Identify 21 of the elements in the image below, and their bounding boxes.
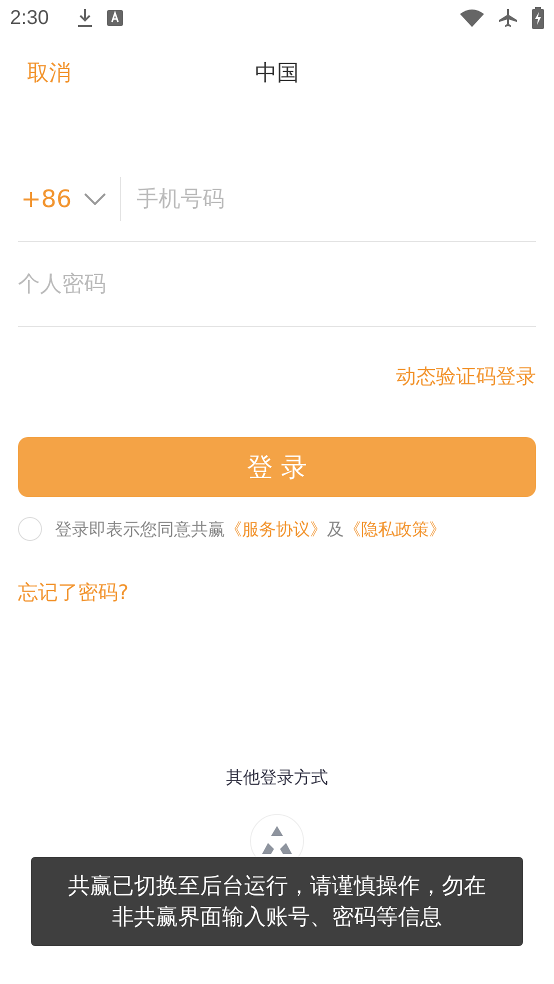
privacy-link[interactable]: 《隐私政策》 [344,518,446,540]
agreement-text: 登录即表示您同意共赢 [55,518,225,540]
battery-charging-icon [532,7,544,29]
country-code-selector[interactable]: +86 [18,185,106,213]
wifi-icon [460,9,484,27]
terms-link[interactable]: 《服务协议》 [225,518,327,540]
status-time: 2:30 [10,6,49,30]
chevron-down-icon [84,193,106,205]
forgot-password-link[interactable]: 忘记了密码? [18,579,129,606]
toast-message: 共赢已切换至后台运行，请谨慎操作，勿在非共赢界面输入账号、密码等信息 [31,857,523,946]
download-icon [76,8,93,28]
keyboard-icon [106,10,123,26]
airplane-icon [498,8,518,28]
cancel-button[interactable]: 取消 [27,58,71,88]
page-title: 中国 [255,60,299,88]
agreement-checkbox[interactable] [18,517,42,541]
login-button[interactable]: 登 录 [18,437,536,497]
other-login-title: 其他登录方式 [226,767,328,789]
triangle-logo-icon [260,826,294,856]
sms-login-link[interactable]: 动态验证码登录 [396,363,536,390]
agreement-text: 及 [327,518,344,540]
